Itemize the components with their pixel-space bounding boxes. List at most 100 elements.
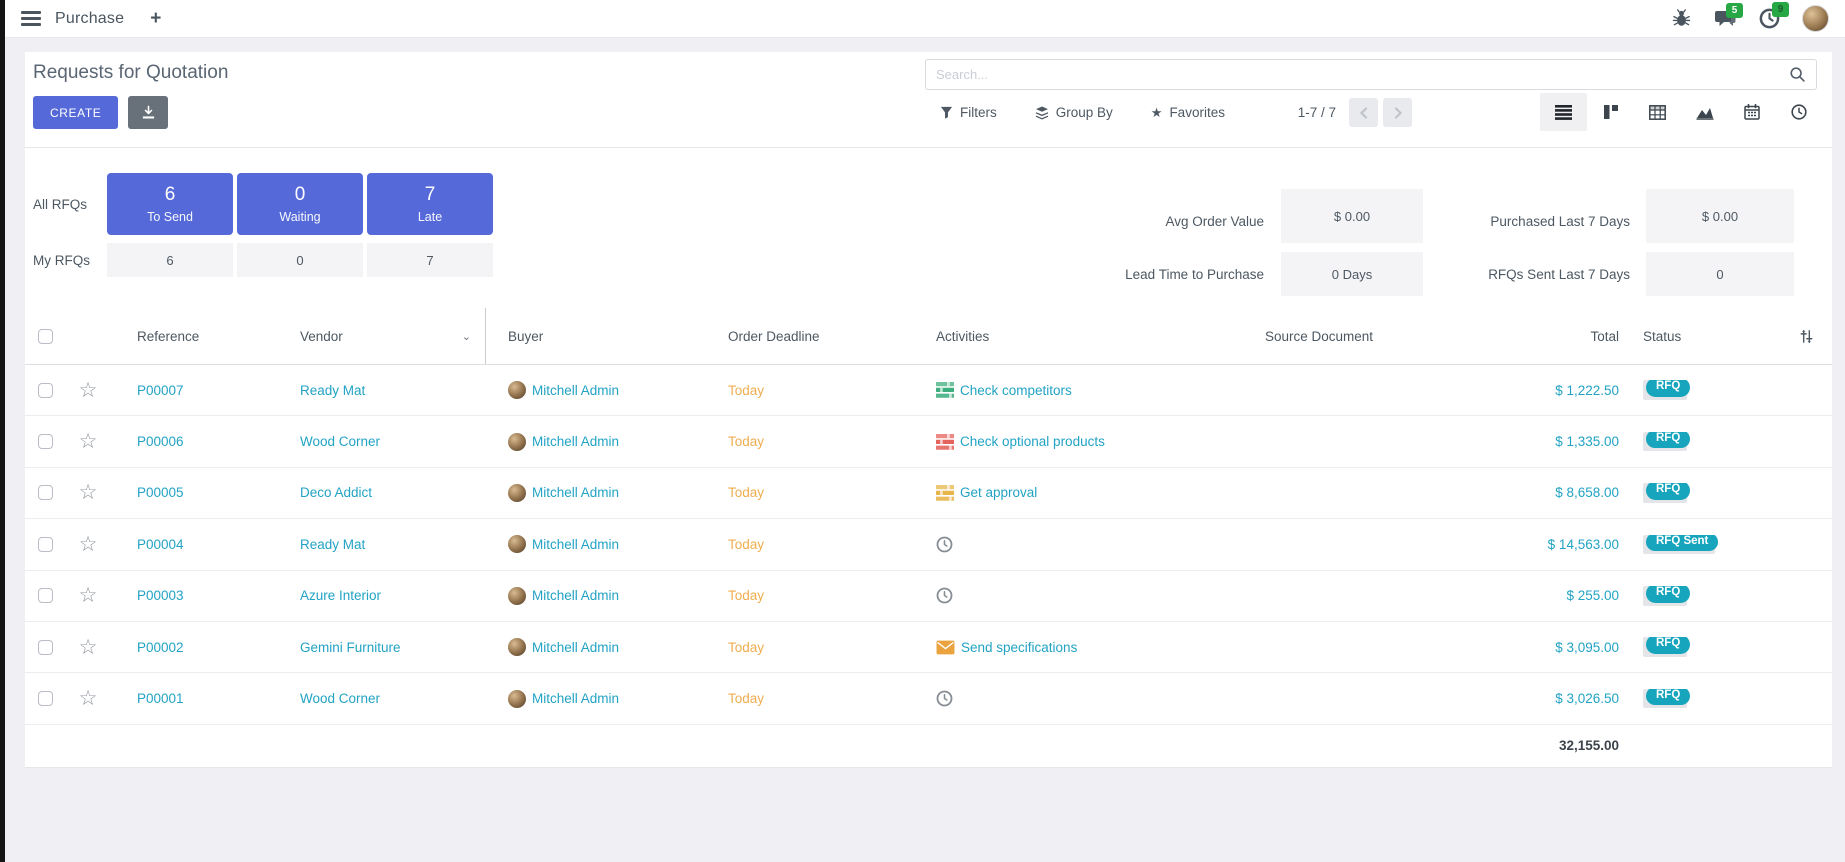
optional-columns-button[interactable] xyxy=(1781,329,1832,344)
user-avatar[interactable] xyxy=(1802,5,1829,32)
vendor-link[interactable]: Azure Interior xyxy=(300,588,381,603)
control-panel: Requests for Quotation CREATE F xyxy=(25,52,1832,148)
vendor-link[interactable]: Ready Mat xyxy=(300,383,365,398)
buyer-link[interactable]: Mitchell Admin xyxy=(532,588,619,603)
row-checkbox[interactable] xyxy=(38,588,53,603)
reference-link[interactable]: P00007 xyxy=(137,383,184,398)
messages-icon[interactable]: 5 xyxy=(1713,9,1737,29)
activity-cell[interactable]: Check optional products xyxy=(921,434,1256,450)
column-header-reference[interactable]: Reference xyxy=(111,329,281,344)
reference-link[interactable]: P00005 xyxy=(137,485,184,500)
apps-menu-icon[interactable] xyxy=(21,11,41,26)
new-tab-button[interactable]: + xyxy=(150,9,161,28)
pivot-view-button[interactable] xyxy=(1634,93,1681,131)
row-checkbox[interactable] xyxy=(38,485,53,500)
favorite-star-icon[interactable]: ☆ xyxy=(79,534,98,555)
row-checkbox[interactable] xyxy=(38,691,53,706)
activity-label[interactable]: Get approval xyxy=(960,485,1037,500)
my-rfqs-to-send[interactable]: 6 xyxy=(107,243,233,277)
activity-cell[interactable]: Check competitors xyxy=(921,382,1256,398)
activity-label[interactable]: Check competitors xyxy=(960,383,1072,398)
row-checkbox[interactable] xyxy=(38,383,53,398)
column-header-source-document[interactable]: Source Document xyxy=(1256,329,1501,344)
export-download-button[interactable] xyxy=(128,96,168,129)
buyer-link[interactable]: Mitchell Admin xyxy=(532,537,619,552)
favorite-star-icon[interactable]: ☆ xyxy=(79,482,98,503)
funnel-icon xyxy=(940,106,953,119)
kanban-view-button[interactable] xyxy=(1587,93,1634,131)
activity-cell[interactable]: Get approval xyxy=(921,485,1256,501)
row-checkbox[interactable] xyxy=(38,434,53,449)
kpi-late[interactable]: 7 Late xyxy=(367,173,493,235)
reference-link[interactable]: P00004 xyxy=(137,537,184,552)
total-amount: $ 3,095.00 xyxy=(1555,640,1619,655)
reference-link[interactable]: P00001 xyxy=(137,691,184,706)
app-name[interactable]: Purchase xyxy=(55,10,124,28)
my-rfqs-waiting[interactable]: 0 xyxy=(237,243,363,277)
buyer-link[interactable]: Mitchell Admin xyxy=(532,434,619,449)
filters-menu[interactable]: Filters xyxy=(940,105,997,120)
column-header-status[interactable]: Status xyxy=(1631,329,1781,344)
row-checkbox[interactable] xyxy=(38,537,53,552)
search-icon[interactable] xyxy=(1789,66,1806,83)
column-header-order-deadline[interactable]: Order Deadline xyxy=(711,329,921,344)
favorite-star-icon[interactable]: ☆ xyxy=(79,688,98,709)
group-by-menu[interactable]: Group By xyxy=(1035,105,1113,120)
debug-bug-icon[interactable] xyxy=(1672,9,1691,28)
kpi-to-send[interactable]: 6 To Send xyxy=(107,173,233,235)
create-button[interactable]: CREATE xyxy=(33,96,118,129)
reference-link[interactable]: P00003 xyxy=(137,588,184,603)
activity-cell[interactable] xyxy=(921,587,1256,604)
buyer-link[interactable]: Mitchell Admin xyxy=(532,485,619,500)
avg-order-value-label: Avg Order Value xyxy=(1044,214,1264,229)
order-deadline: Today xyxy=(728,640,764,655)
table-row[interactable]: ☆ P00004 Ready Mat Mitchell Admin Today … xyxy=(25,519,1832,570)
table-row[interactable]: ☆ P00005 Deco Addict Mitchell Admin Toda… xyxy=(25,468,1832,519)
favorites-menu[interactable]: ★ Favorites xyxy=(1151,105,1225,121)
kpi-waiting[interactable]: 0 Waiting xyxy=(237,173,363,235)
activity-label[interactable]: Check optional products xyxy=(960,434,1105,449)
activity-label[interactable]: Send specifications xyxy=(961,640,1077,655)
vendor-link[interactable]: Ready Mat xyxy=(300,537,365,552)
buyer-link[interactable]: Mitchell Admin xyxy=(532,640,619,655)
buyer-link[interactable]: Mitchell Admin xyxy=(532,383,619,398)
my-rfqs-late[interactable]: 7 xyxy=(367,243,493,277)
calendar-view-button[interactable] xyxy=(1728,93,1775,131)
activity-cell[interactable] xyxy=(921,536,1256,553)
column-header-vendor[interactable]: Vendor ⌄ xyxy=(281,308,486,364)
search-input[interactable] xyxy=(936,67,1789,82)
table-row[interactable]: ☆ P00002 Gemini Furniture Mitchell Admin… xyxy=(25,622,1832,673)
vendor-link[interactable]: Deco Addict xyxy=(300,485,372,500)
table-row[interactable]: ☆ P00006 Wood Corner Mitchell Admin Toda… xyxy=(25,416,1832,467)
favorite-star-icon[interactable]: ☆ xyxy=(79,380,98,401)
buyer-link[interactable]: Mitchell Admin xyxy=(532,691,619,706)
favorite-star-icon[interactable]: ☆ xyxy=(79,585,98,606)
vendor-link[interactable]: Wood Corner xyxy=(300,434,380,449)
table-row[interactable]: ☆ P00001 Wood Corner Mitchell Admin Toda… xyxy=(25,673,1832,724)
vendor-link[interactable]: Wood Corner xyxy=(300,691,380,706)
activity-cell[interactable] xyxy=(921,690,1256,707)
favorite-star-icon[interactable]: ☆ xyxy=(79,637,98,658)
buyer-avatar xyxy=(508,638,526,656)
footer-total-sum: 32,155.00 xyxy=(1559,738,1619,753)
pager-previous-button[interactable] xyxy=(1349,98,1378,127)
column-header-activities[interactable]: Activities xyxy=(921,329,1256,344)
favorite-star-icon[interactable]: ☆ xyxy=(79,431,98,452)
list-view-button[interactable] xyxy=(1540,93,1587,131)
activities-clock-icon[interactable]: 9 xyxy=(1759,8,1780,29)
reference-link[interactable]: P00006 xyxy=(137,434,184,449)
activity-cell[interactable]: Send specifications xyxy=(921,640,1256,655)
pager-next-button[interactable] xyxy=(1383,98,1412,127)
vendor-link[interactable]: Gemini Furniture xyxy=(300,640,401,655)
table-row[interactable]: ☆ P00003 Azure Interior Mitchell Admin T… xyxy=(25,571,1832,622)
table-row[interactable]: ☆ P00007 Ready Mat Mitchell Admin Today … xyxy=(25,365,1832,416)
row-checkbox[interactable] xyxy=(38,640,53,655)
select-all-checkbox[interactable] xyxy=(38,329,53,344)
column-header-buyer[interactable]: Buyer xyxy=(486,329,711,344)
graph-view-button[interactable] xyxy=(1681,93,1728,131)
tasks-green-icon xyxy=(936,382,954,398)
reference-link[interactable]: P00002 xyxy=(137,640,184,655)
order-deadline: Today xyxy=(728,383,764,398)
column-header-total[interactable]: Total xyxy=(1501,329,1631,344)
activity-view-button[interactable] xyxy=(1775,93,1822,131)
